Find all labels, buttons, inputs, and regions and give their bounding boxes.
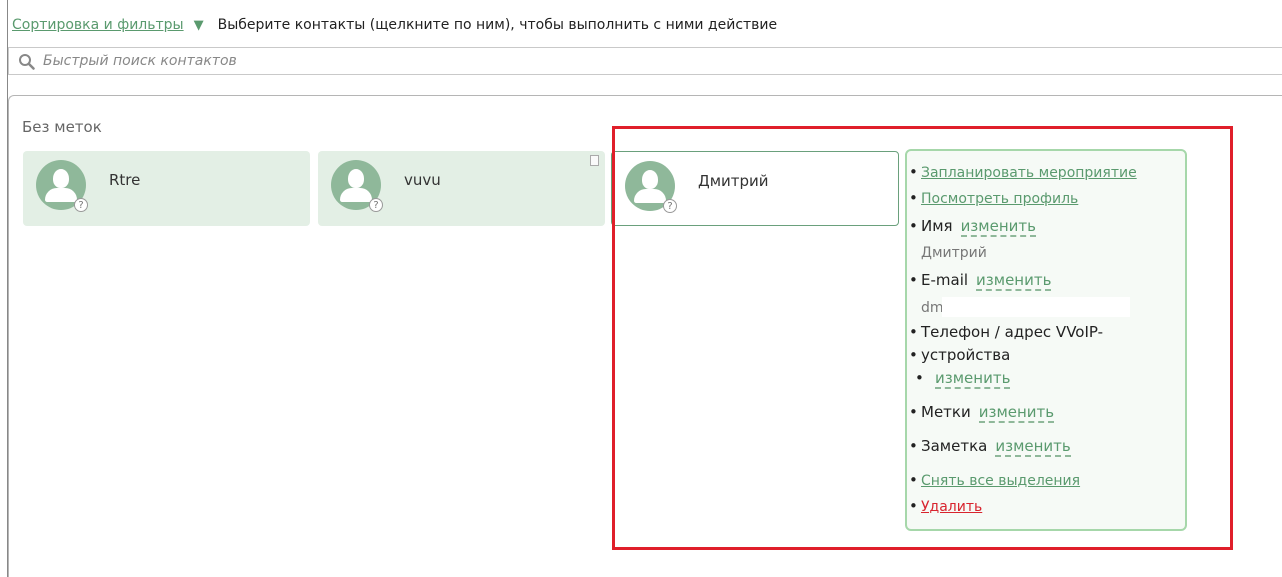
name-edit-link[interactable]: изменить: [960, 217, 1036, 237]
list-item: Имя изменить: [909, 217, 1036, 237]
toolbar: Сортировка и фильтры ▼ Выберите контакты…: [12, 14, 777, 36]
list-item: E-mail изменить: [909, 271, 1052, 291]
contact-actions-popup: Запланировать мероприятие Посмотреть про…: [905, 149, 1187, 531]
redacted-area: [942, 297, 1130, 317]
tags-label: Метки: [921, 403, 971, 421]
phone-label: Телефон / адрес VVoIP-: [921, 323, 1104, 341]
question-icon: ?: [74, 198, 88, 212]
search-icon: [17, 52, 35, 70]
list-item: Снять все выделения: [909, 471, 1080, 489]
phone-label-continued: устройства: [909, 346, 1011, 364]
view-profile-link[interactable]: Посмотреть профиль: [921, 191, 1078, 207]
contact-name: Rtre: [109, 171, 141, 189]
avatar: ?: [36, 160, 88, 212]
contact-card-rtre[interactable]: ? Rtre: [23, 151, 310, 226]
note-edit-link[interactable]: изменить: [995, 437, 1071, 457]
list-item: Заметка изменить: [909, 437, 1071, 457]
phone-label-line2: устройства: [921, 346, 1011, 364]
tags-edit-link[interactable]: изменить: [978, 403, 1055, 423]
search-bar: [8, 47, 1282, 75]
delete-link[interactable]: Удалить: [921, 499, 982, 515]
phone-edit-row: изменить: [915, 369, 1011, 389]
avatar: ?: [331, 160, 383, 212]
group-title: Без меток: [22, 118, 102, 136]
note-icon: [590, 155, 599, 166]
list-item: Телефон / адрес VVoIP-: [909, 323, 1104, 341]
question-icon: ?: [369, 198, 383, 212]
contact-name: vuvu: [404, 171, 441, 189]
list-item: Удалить: [909, 497, 982, 515]
email-label: E-mail: [921, 271, 969, 289]
chevron-down-icon[interactable]: ▼: [194, 18, 204, 33]
avatar-body: [45, 188, 77, 202]
contact-card-vuvu[interactable]: ? vuvu: [318, 151, 605, 226]
name-label: Имя: [921, 217, 953, 235]
avatar-head: [348, 169, 364, 188]
deselect-all-link[interactable]: Снять все выделения: [921, 473, 1080, 489]
email-value: dm: [921, 300, 944, 316]
note-label: Заметка: [921, 437, 988, 455]
selection-hint: Выберите контакты (щелкните по ним), что…: [217, 17, 778, 33]
list-item: Посмотреть профиль: [909, 189, 1078, 207]
avatar-head: [53, 169, 69, 188]
list-item: Метки изменить: [909, 403, 1055, 423]
name-value: Дмитрий: [921, 245, 987, 261]
email-edit-link[interactable]: изменить: [976, 271, 1052, 291]
search-input[interactable]: [41, 52, 645, 70]
avatar-body: [340, 188, 372, 202]
phone-edit-link[interactable]: изменить: [935, 369, 1011, 389]
sort-filter-link[interactable]: Сортировка и фильтры: [12, 17, 184, 33]
list-item: Запланировать мероприятие: [909, 163, 1137, 181]
schedule-event-link[interactable]: Запланировать мероприятие: [921, 165, 1137, 181]
